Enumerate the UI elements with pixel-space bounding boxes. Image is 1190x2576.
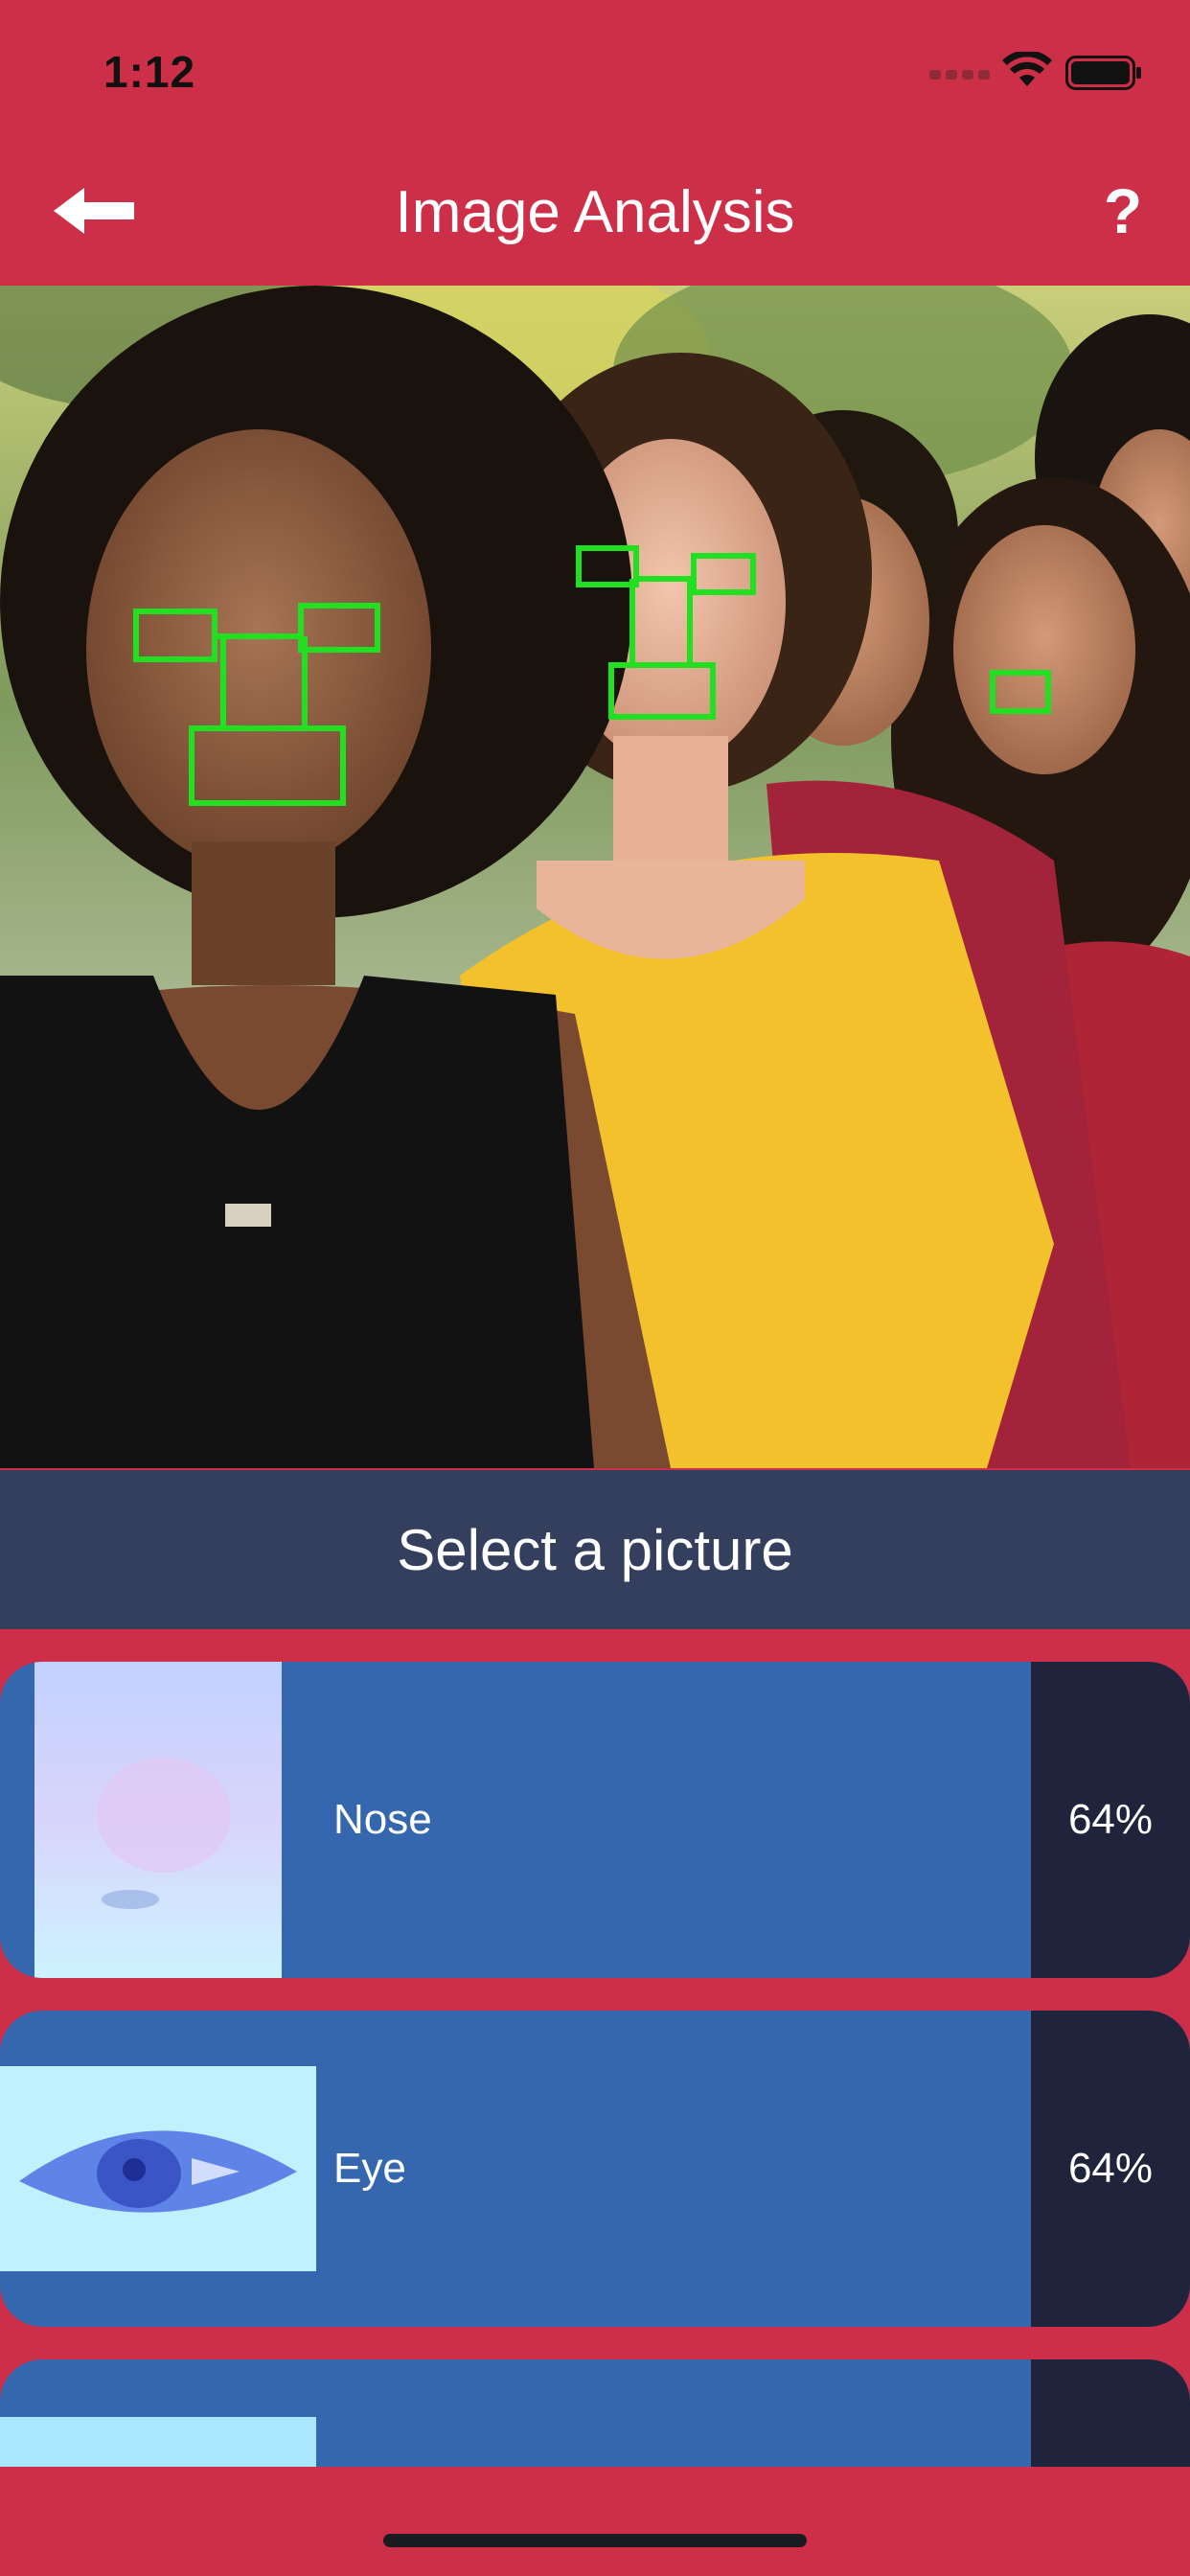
result-thumbnail xyxy=(0,2417,316,2467)
confidence-value: 64% xyxy=(1067,1796,1154,1843)
result-row-partial[interactable] xyxy=(0,2359,1190,2467)
eye-thumbnail xyxy=(0,2066,316,2271)
home-indicator[interactable] xyxy=(383,2534,807,2547)
select-picture-label: Select a picture xyxy=(397,1517,793,1582)
analyzed-photo xyxy=(0,286,1190,1468)
status-time: 1:12 xyxy=(103,47,196,97)
confidence-cell: 64% xyxy=(1031,1662,1190,1978)
select-picture-button[interactable]: Select a picture xyxy=(0,1470,1190,1629)
status-bar: 1:12 xyxy=(0,0,1190,144)
result-label: Eye xyxy=(333,2145,406,2192)
result-label: Nose xyxy=(333,1796,432,1843)
navigation-bar: Image Analysis ? xyxy=(0,144,1190,286)
battery-icon xyxy=(1065,56,1141,90)
signal-icon xyxy=(929,67,998,80)
nose-thumbnail xyxy=(34,1662,282,1978)
result-row-nose[interactable]: Nose 64% xyxy=(0,1662,1190,1978)
result-row-eye[interactable]: Eye 64% xyxy=(0,2011,1190,2327)
confidence-cell xyxy=(1031,2359,1190,2467)
results-list[interactable]: Nose 64% Eye 64% xyxy=(0,1662,1190,2467)
page-title: Image Analysis xyxy=(395,179,795,245)
confidence-cell: 64% xyxy=(1031,2011,1190,2327)
confidence-value: 64% xyxy=(1067,2145,1154,2192)
wifi-icon xyxy=(1002,52,1052,86)
question-mark-icon[interactable]: ? xyxy=(1094,174,1152,251)
